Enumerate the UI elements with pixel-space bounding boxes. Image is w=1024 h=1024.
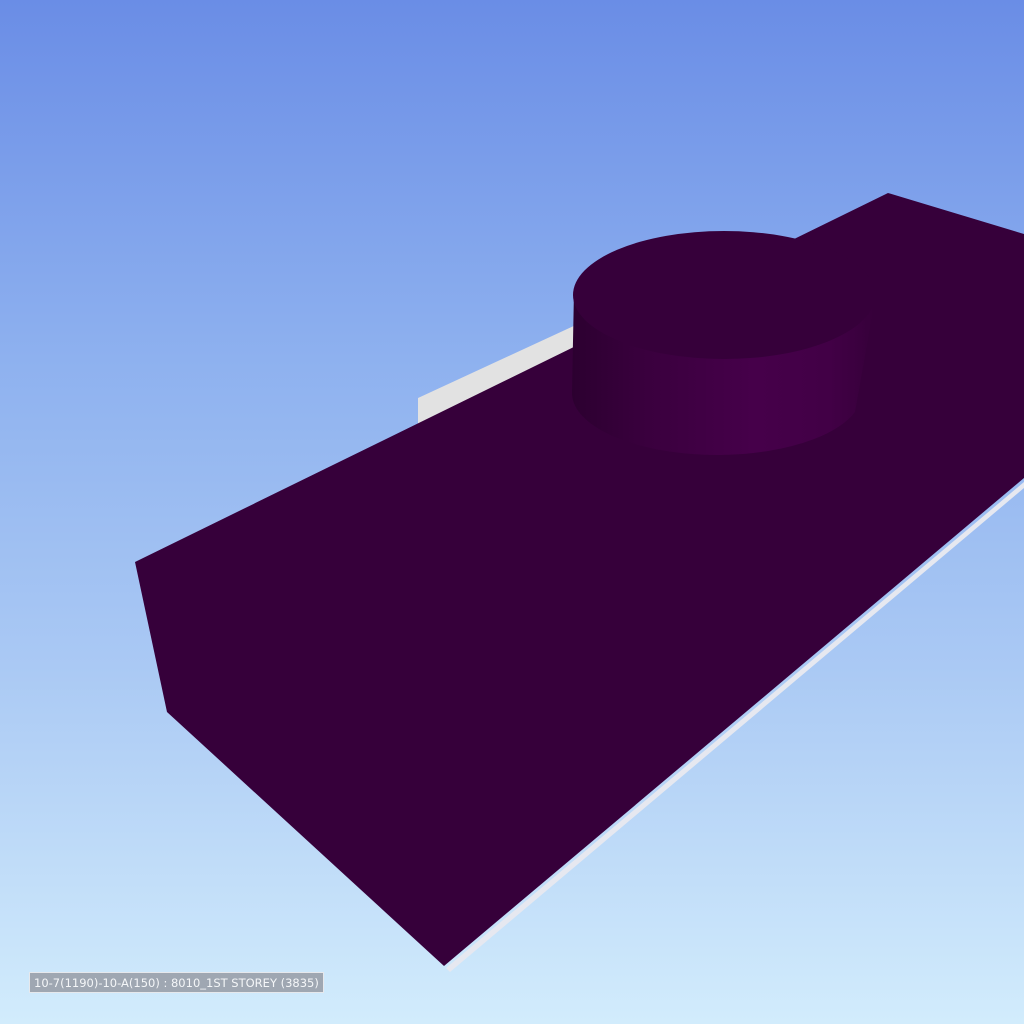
model-scene[interactable] xyxy=(0,0,1024,1024)
3d-viewport[interactable]: 10-7(1190)-10-A(150) : 8010_1ST STOREY (… xyxy=(0,0,1024,1024)
selection-label: 10-7(1190)-10-A(150) : 8010_1ST STOREY (… xyxy=(29,972,324,993)
cylinder-top[interactable] xyxy=(573,231,875,359)
